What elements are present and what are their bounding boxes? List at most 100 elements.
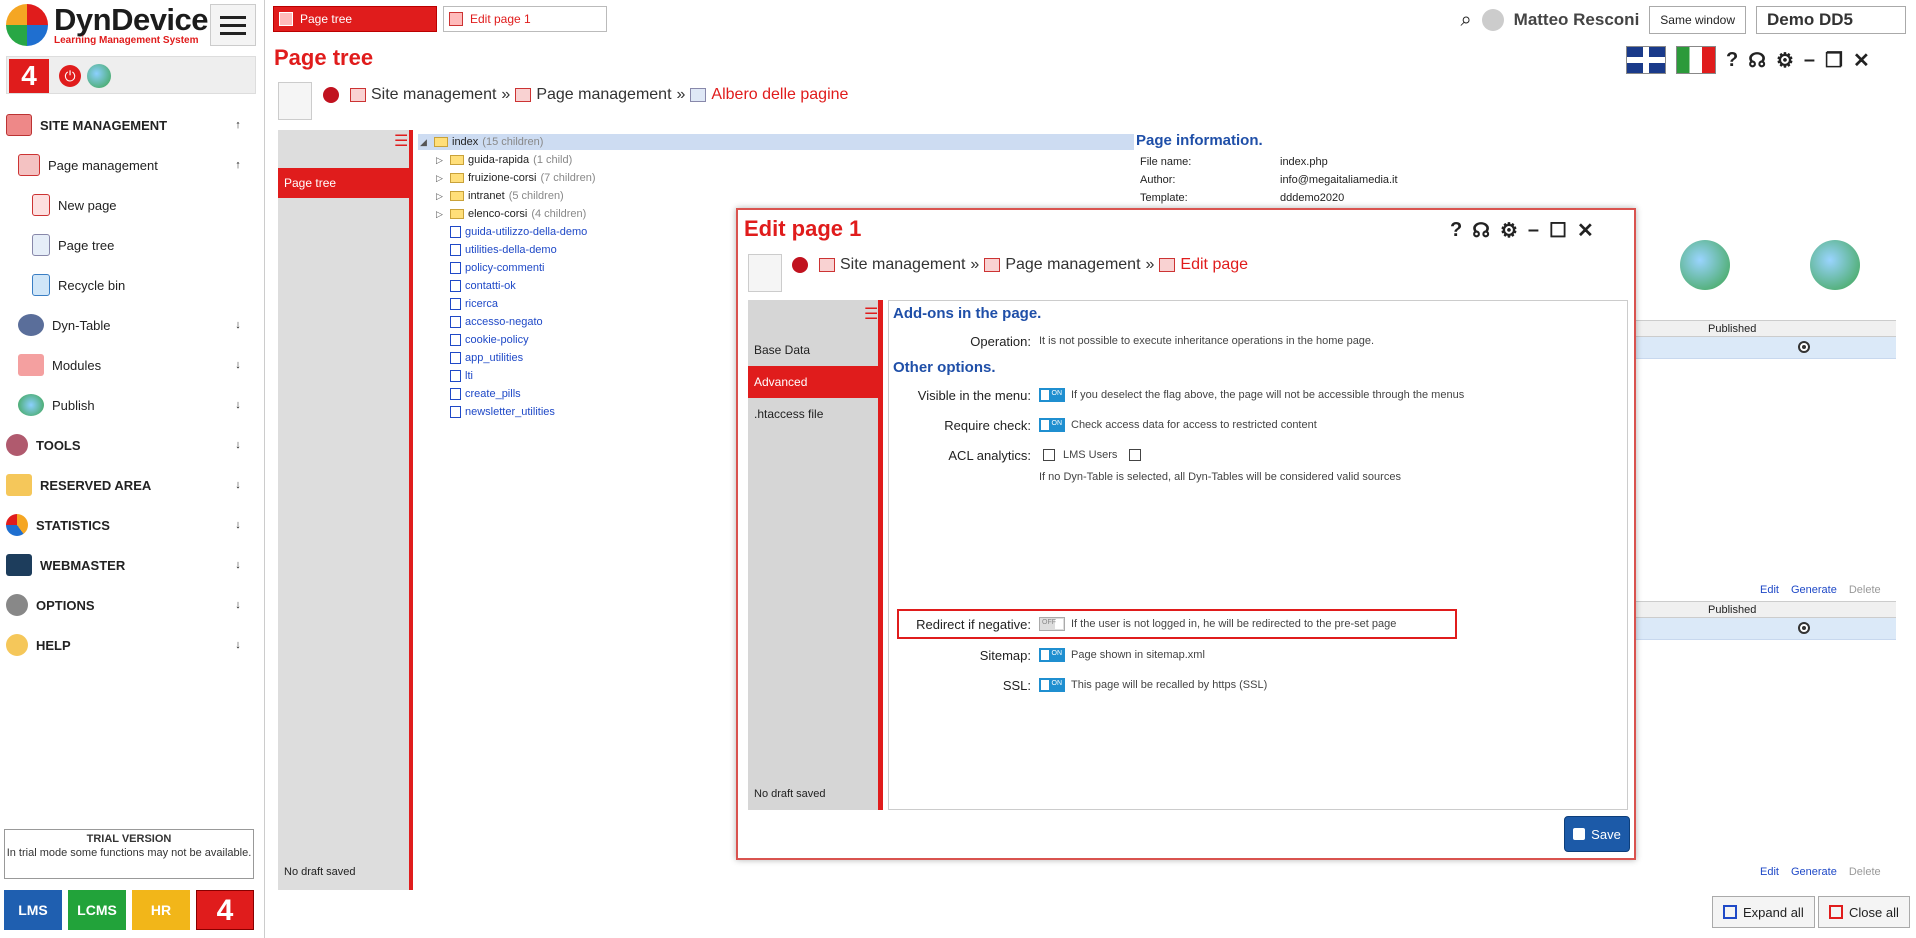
breadcrumb-site-management[interactable]: Site management	[371, 86, 496, 104]
node-name: guida-rapida	[468, 154, 530, 166]
tree-node-page[interactable]: lti	[450, 370, 473, 382]
tree-node-page[interactable]: ricerca	[450, 298, 498, 310]
expand-icon[interactable]: ▷	[436, 155, 446, 166]
close-icon[interactable]: ✕	[1853, 48, 1870, 73]
restore-icon[interactable]: ❐	[1825, 48, 1843, 73]
schedule-globe-icon[interactable]	[1810, 240, 1860, 290]
menu-list-icon[interactable]: ☰	[394, 134, 408, 150]
instance-select[interactable]: Demo DD5	[1756, 6, 1906, 34]
tree-node-page[interactable]: app_utilities	[450, 352, 523, 364]
sidebar-item-site-management[interactable]: SITE MANAGEMENT ↑	[6, 112, 246, 138]
sidebar-item-help[interactable]: HELP ↓	[6, 632, 246, 658]
close-all-button[interactable]: Close all	[1818, 896, 1910, 928]
uk-flag-icon[interactable]	[1626, 46, 1666, 74]
minimize-icon[interactable]: –	[1528, 219, 1539, 242]
dialog-controls: ? ☊ ⚙ – ☐ ✕	[1450, 218, 1594, 243]
save-button[interactable]: Save	[1564, 816, 1630, 852]
sidebar-item-webmaster[interactable]: WEBMASTER ↓	[6, 552, 246, 578]
tree-node-page[interactable]: guida-utilizzo-della-demo	[450, 226, 587, 238]
publish-globe-icon[interactable]	[1680, 240, 1730, 290]
tree-node-folder[interactable]: ▷ elenco-corsi (4 children)	[436, 208, 586, 220]
sidebar-item-statistics[interactable]: STATISTICS ↓	[6, 512, 246, 538]
expand-all-button[interactable]: Expand all	[1712, 896, 1815, 928]
tree-node-page[interactable]: contatti-ok	[450, 280, 516, 292]
redirect-negative-toggle[interactable]	[1039, 617, 1065, 631]
close-icon[interactable]: ✕	[1577, 218, 1594, 243]
sitemap-toggle[interactable]	[1039, 648, 1065, 662]
tree-node-page[interactable]: accesso-negato	[450, 316, 543, 328]
gear-icon[interactable]: ⚙	[1500, 218, 1518, 243]
menu-list-icon[interactable]: ☰	[864, 304, 878, 324]
breadcrumb-page-management[interactable]: Page management	[536, 86, 671, 104]
edit-link[interactable]: Edit	[1760, 584, 1779, 596]
italy-flag-icon[interactable]	[1676, 46, 1716, 74]
badge-four[interactable]: 4	[9, 59, 49, 93]
tree-node-page[interactable]: policy-commenti	[450, 262, 544, 274]
sidebar-item-publish[interactable]: Publish ↓	[18, 392, 246, 418]
ssl-toggle[interactable]	[1039, 678, 1065, 692]
product-lms[interactable]: LMS	[4, 890, 62, 930]
window-mode-select[interactable]: Same window	[1649, 6, 1746, 34]
gear-icon[interactable]: ⚙	[1776, 48, 1794, 73]
sidebar-item-page-management[interactable]: Page management ↑	[18, 152, 246, 178]
expand-icon[interactable]: ◢	[420, 137, 430, 148]
tree-node-folder[interactable]: ▷ guida-rapida (1 child)	[436, 154, 572, 166]
tree-node-page[interactable]: create_pills	[450, 388, 521, 400]
acl-checkbox[interactable]	[1043, 449, 1055, 461]
logo-icon	[6, 4, 48, 46]
headset-icon[interactable]: ☊	[1472, 218, 1490, 243]
power-icon[interactable]: ⏻	[59, 65, 81, 87]
tree-node-index[interactable]: ◢ index (15 children)	[420, 136, 543, 148]
expand-icon[interactable]: ▷	[436, 209, 446, 220]
globe-icon[interactable]	[87, 64, 111, 88]
headset-icon[interactable]: ☊	[1748, 48, 1766, 73]
tab-edit-page[interactable]: Edit page 1	[443, 6, 607, 32]
tree-node-folder[interactable]: ▷ intranet (5 children)	[436, 190, 564, 202]
product-hr[interactable]: HR	[132, 890, 190, 930]
generate-link[interactable]: Generate	[1791, 584, 1837, 596]
visible-menu-toggle[interactable]	[1039, 388, 1065, 402]
sidebar-item-dyn-table[interactable]: Dyn-Table ↓	[18, 312, 246, 338]
user-name[interactable]: Matteo Resconi	[1514, 10, 1640, 30]
expand-icon[interactable]: ▷	[436, 173, 446, 184]
tree-node-folder[interactable]: ▷ fruizione-corsi (7 children)	[436, 172, 596, 184]
tab-page-tree[interactable]: Page tree	[273, 6, 437, 32]
tree-node-page[interactable]: newsletter_utilities	[450, 406, 555, 418]
sidebar-item-page-tree[interactable]: Page tree	[32, 232, 246, 258]
avatar[interactable]	[1481, 9, 1504, 31]
tree-node-page[interactable]: cookie-policy	[450, 334, 529, 346]
published-radio[interactable]	[1798, 622, 1810, 634]
tools-gear-icon	[6, 434, 28, 456]
product-4[interactable]: 4	[196, 890, 254, 930]
sidepanel-page-tree[interactable]: Page tree	[278, 168, 409, 198]
published-radio[interactable]	[1798, 341, 1810, 353]
back-icon[interactable]	[323, 87, 339, 103]
sidebar-item-new-page[interactable]: New page	[32, 192, 246, 218]
tree-node-page[interactable]: utilities-della-demo	[450, 244, 557, 256]
help-icon[interactable]: ?	[1726, 49, 1738, 72]
sidebar-item-tools[interactable]: TOOLS ↓	[6, 432, 246, 458]
generate-link[interactable]: Generate	[1791, 866, 1837, 878]
menu-toggle-button[interactable]	[210, 4, 256, 46]
maximize-icon[interactable]: ☐	[1549, 218, 1567, 243]
breadcrumb-site-management[interactable]: Site management	[840, 256, 965, 274]
product-lcms[interactable]: LCMS	[68, 890, 126, 930]
tab-base-data[interactable]: Base Data	[748, 334, 878, 366]
sidebar-item-options[interactable]: OPTIONS ↓	[6, 592, 246, 618]
breadcrumb-page-management[interactable]: Page management	[1005, 256, 1140, 274]
require-check-toggle[interactable]	[1039, 418, 1065, 432]
back-icon[interactable]	[792, 257, 808, 273]
sidebar-item-modules[interactable]: Modules ↓	[18, 352, 246, 378]
sidebar-item-reserved-area[interactable]: RESERVED AREA ↓	[6, 472, 246, 498]
lms-users-checkbox[interactable]	[1129, 449, 1142, 461]
search-icon[interactable]: ⌕	[1460, 9, 1471, 32]
edit-link[interactable]: Edit	[1760, 866, 1779, 878]
breadcrumb-separator: »	[970, 256, 980, 273]
tab-htaccess-file[interactable]: .htaccess file	[748, 398, 878, 430]
sidebar-item-recycle-bin[interactable]: Recycle bin	[32, 272, 246, 298]
minimize-icon[interactable]: –	[1804, 49, 1815, 72]
help-icon[interactable]: ?	[1450, 219, 1462, 242]
tab-advanced[interactable]: Advanced	[748, 366, 878, 398]
app-logo[interactable]: DynDevice Learning Management System	[6, 4, 209, 46]
expand-icon[interactable]: ▷	[436, 191, 446, 202]
